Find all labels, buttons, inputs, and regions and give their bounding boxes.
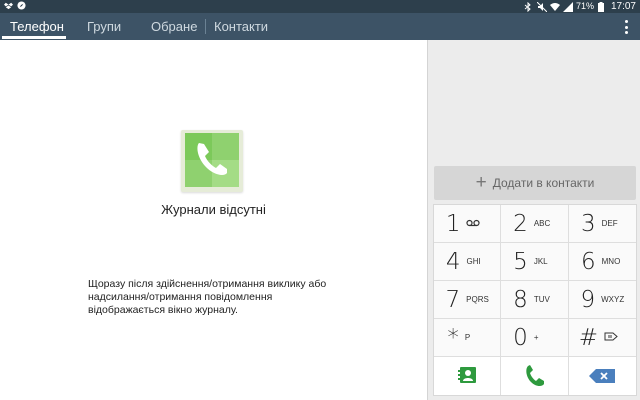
keypad: 1 2 ABC 3 DEF 4 GHI 5 JKL 6 MNO 7 PQRS 8 TUV 9W… [433,204,637,396]
tab-groups[interactable]: Групи [87,19,121,34]
key-digit: 9 [580,286,596,313]
key-digit: 1 [445,210,461,237]
key-letters: MNO [601,257,621,266]
status-bar: 71% 17:07 [0,0,640,13]
backspace-icon [589,369,616,383]
key-letters: TUV [533,295,550,304]
tab-divider [205,19,206,34]
clock: 17:07 [610,1,636,12]
key-7[interactable]: 7 PQRS [434,281,502,319]
key-6[interactable]: 6 MNO [568,243,636,281]
voicemail-icon [466,219,488,229]
key-letters: P [464,333,471,342]
key-digit: 4 [445,248,461,275]
call-button[interactable] [501,357,569,395]
key-3[interactable]: 3 DEF [568,205,636,243]
dialer-panel: + Додати в контакти 1 2 ABC 3 DEF 4 GHI 5 JK… [427,40,640,400]
delete-button[interactable] [568,357,636,395]
key-star[interactable]: * P [434,319,502,357]
bluetooth-icon [524,1,533,13]
key-letters: + [533,333,539,342]
signal-icon [562,2,573,12]
mute-icon [536,1,548,13]
key-digit: # [578,324,598,351]
battery-percent: 71% [575,1,594,11]
tab-contacts[interactable]: Контакти [214,19,268,34]
key-letters: PQRS [466,295,489,304]
add-to-contacts-label: Додати в контакти [492,176,595,190]
key-9[interactable]: 9 WXYZ [568,281,636,319]
active-tab-indicator [2,36,66,39]
phone-illustration [181,130,243,192]
key-digit: 3 [581,210,596,237]
tab-favorites[interactable]: Обране [151,19,197,34]
key-digit: 0 [513,324,528,351]
key-digit: 6 [581,248,596,275]
app-bar: Телефон Групи Обране Контакти [0,13,640,40]
key-5[interactable]: 5 JKL [501,243,569,281]
key-2[interactable]: 2 ABC [501,205,569,243]
plus-icon: + [475,171,487,193]
key-digit: 2 [513,210,528,237]
key-1[interactable]: 1 [434,205,502,243]
call-log-panel: Журнали відсутні Щоразу після здійснення… [0,40,427,400]
battery-icon [597,2,607,12]
dropbox-icon [4,1,13,10]
add-to-contacts-button[interactable]: + Додати в контакти [434,166,636,200]
key-0[interactable]: 0 + [501,319,569,357]
tab-phone[interactable]: Телефон [10,19,64,34]
key-digit: 8 [513,286,528,313]
call-icon [526,365,545,387]
key-digit: 7 [445,286,461,313]
wifi-icon [549,2,560,11]
empty-log-description: Щоразу після здійснення/отримання виклик… [88,278,327,316]
key-hash[interactable]: # [568,319,636,357]
pause-icon [604,332,626,343]
key-4[interactable]: 4 GHI [434,243,502,281]
key-letters: WXYZ [601,295,625,304]
key-digit: 5 [513,248,528,275]
empty-log-title: Журнали відсутні [161,202,266,217]
key-8[interactable]: 8 TUV [501,281,569,319]
key-letters: GHI [466,257,481,266]
phone-handset-icon [185,133,239,187]
key-letters: DEF [601,219,618,228]
key-letters: ABC [533,219,551,228]
contact-card-icon [458,367,477,383]
contacts-button[interactable] [434,357,502,395]
key-letters: JKL [533,257,548,266]
more-options-icon[interactable] [618,18,634,36]
compass-icon [17,1,26,10]
key-digit: * [447,324,459,351]
